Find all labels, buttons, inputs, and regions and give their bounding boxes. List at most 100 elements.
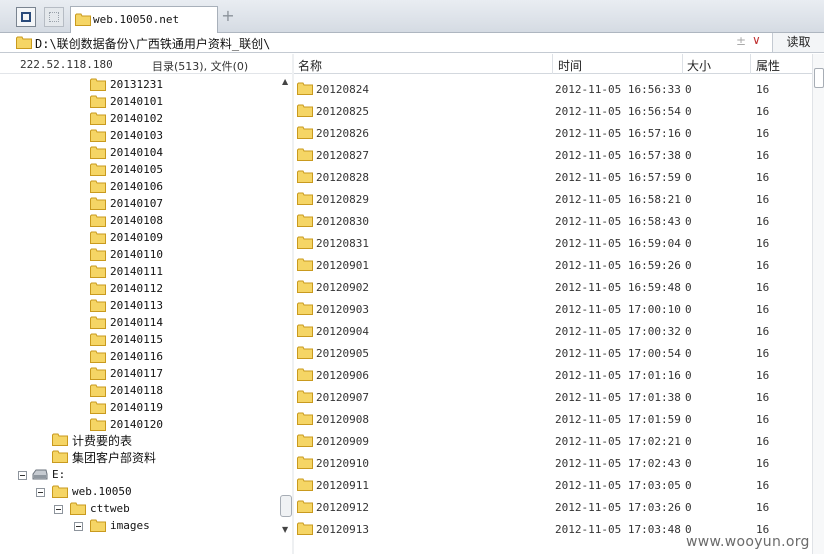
file-row[interactable]: 20120904 2012-11-05 17:00:32 0 16	[294, 320, 812, 342]
folder-icon	[90, 214, 106, 227]
file-name: 20120903	[316, 303, 369, 316]
path-bar: D:\联创数据备份\广西铁通用户资料_联创\ ± ∨ 读取	[0, 33, 824, 53]
file-attr: 16	[756, 215, 770, 228]
file-list-scrollbar[interactable]	[812, 54, 824, 554]
tab-web-10050[interactable]: web.10050.net	[70, 6, 218, 33]
tree-item-label: 20140108	[110, 214, 163, 227]
file-row[interactable]: 20120831 2012-11-05 16:59:04 0 16	[294, 232, 812, 254]
tree-item-label: images	[110, 519, 150, 532]
folder-icon	[297, 456, 313, 469]
path-input[interactable]: D:\联创数据备份\广西铁通用户资料_联创\	[35, 35, 270, 52]
folder-icon	[16, 36, 32, 49]
folder-icon	[90, 95, 106, 108]
tree-item-cttweb[interactable]: cttweb	[54, 501, 154, 518]
folder-icon	[90, 163, 106, 176]
folder-icon	[297, 522, 313, 535]
tree-item-label: E:	[52, 468, 66, 481]
file-row[interactable]: 20120828 2012-11-05 16:57:59 0 16	[294, 166, 812, 188]
tree-item-label: 20131231	[110, 78, 163, 91]
file-time: 2012-11-05 16:56:54	[555, 105, 681, 118]
file-row[interactable]: 20120907 2012-11-05 17:01:38 0 16	[294, 386, 812, 408]
file-name: 20120913	[316, 523, 369, 536]
folder-icon	[90, 350, 106, 363]
file-row[interactable]: 20120826 2012-11-05 16:57:16 0 16	[294, 122, 812, 144]
tree-item-drive-e[interactable]: E:	[18, 467, 78, 484]
file-attr: 16	[756, 435, 770, 448]
file-time: 2012-11-05 16:59:26	[555, 259, 681, 272]
folder-icon	[297, 346, 313, 359]
scroll-up-icon[interactable]: ▲	[282, 77, 288, 86]
file-attr: 16	[756, 347, 770, 360]
folder-icon	[90, 197, 106, 210]
file-row[interactable]: 20120830 2012-11-05 16:58:43 0 16	[294, 210, 812, 232]
tree-item-web[interactable]: web.10050	[36, 484, 156, 501]
column-divider[interactable]	[682, 54, 683, 74]
file-row[interactable]: 20120903 2012-11-05 17:00:10 0 16	[294, 298, 812, 320]
collapse-icon[interactable]	[18, 471, 27, 480]
folder-icon	[90, 367, 106, 380]
folder-icon	[90, 316, 106, 329]
file-row[interactable]: 20120908 2012-11-05 17:01:59 0 16	[294, 408, 812, 430]
column-header-time[interactable]: 时间	[558, 57, 582, 74]
file-size: 0	[685, 479, 692, 492]
tree-item-label: 20140109	[110, 231, 163, 244]
folder-icon	[90, 282, 106, 295]
file-name: 20120826	[316, 127, 369, 140]
tree-item-label: 20140111	[110, 265, 163, 278]
folder-icon	[90, 129, 106, 142]
file-row[interactable]: 20120829 2012-11-05 16:58:21 0 16	[294, 188, 812, 210]
file-name: 20120901	[316, 259, 369, 272]
collapse-icon[interactable]	[36, 488, 45, 497]
file-row[interactable]: 20120910 2012-11-05 17:02:43 0 16	[294, 452, 812, 474]
path-dropdown-icon[interactable]: ∨	[752, 33, 761, 47]
file-attr: 16	[756, 479, 770, 492]
file-row[interactable]: 20120906 2012-11-05 17:01:16 0 16	[294, 364, 812, 386]
file-size: 0	[685, 281, 692, 294]
new-window-button[interactable]	[44, 7, 64, 27]
file-row[interactable]: 20120905 2012-11-05 17:00:54 0 16	[294, 342, 812, 364]
file-attr: 16	[756, 281, 770, 294]
column-divider[interactable]	[552, 54, 553, 74]
column-header-name[interactable]: 名称	[298, 57, 322, 74]
tree-item-label: web.10050	[72, 485, 132, 498]
tree-item-label: 20140104	[110, 146, 163, 159]
file-name: 20120831	[316, 237, 369, 250]
file-row[interactable]: 20120911 2012-11-05 17:03:05 0 16	[294, 474, 812, 496]
file-name: 20120905	[316, 347, 369, 360]
file-size: 0	[685, 435, 692, 448]
file-row[interactable]: 20120909 2012-11-05 17:02:21 0 16	[294, 430, 812, 452]
file-row[interactable]: 20120827 2012-11-05 16:57:38 0 16	[294, 144, 812, 166]
folder-icon	[297, 434, 313, 447]
column-header-size[interactable]: 大小	[687, 57, 711, 74]
collapse-icon[interactable]	[74, 522, 83, 531]
tree-item-label: 20140117	[110, 367, 163, 380]
scrollbar-thumb[interactable]	[814, 68, 824, 88]
file-time: 2012-11-05 16:58:43	[555, 215, 681, 228]
file-size: 0	[685, 413, 692, 426]
add-tab-button[interactable]: +	[220, 8, 236, 26]
file-row[interactable]: 20120825 2012-11-05 16:56:54 0 16	[294, 100, 812, 122]
read-button[interactable]: 读取	[772, 33, 824, 52]
collapse-icon[interactable]	[54, 505, 63, 514]
panel-toggle-button[interactable]	[16, 7, 36, 27]
file-row[interactable]: 20120824 2012-11-05 16:56:33 0 16	[294, 78, 812, 100]
file-name: 20120908	[316, 413, 369, 426]
folder-icon	[297, 302, 313, 315]
file-row[interactable]: 20120902 2012-11-05 16:59:48 0 16	[294, 276, 812, 298]
column-header-attr[interactable]: 属性	[756, 57, 780, 74]
tree-item-images[interactable]: images	[74, 518, 174, 535]
file-attr: 16	[756, 303, 770, 316]
file-size: 0	[685, 105, 692, 118]
scroll-down-icon[interactable]: ▼	[282, 525, 288, 534]
file-row[interactable]: 20120901 2012-11-05 16:59:26 0 16	[294, 254, 812, 276]
scrollbar-thumb[interactable]	[280, 495, 292, 517]
tree-item-label: 20140102	[110, 112, 163, 125]
tree-item-label: 20140110	[110, 248, 163, 261]
folder-tree: 20131231 20140101 20140102 20140103 20140104…	[0, 75, 280, 554]
file-row[interactable]: 20120912 2012-11-05 17:03:26 0 16	[294, 496, 812, 518]
column-divider[interactable]	[750, 54, 751, 74]
bookmark-icon[interactable]: ±	[736, 34, 746, 48]
tree-item-label: 20140116	[110, 350, 163, 363]
tree-item-label: 20140119	[110, 401, 163, 414]
file-size: 0	[685, 501, 692, 514]
